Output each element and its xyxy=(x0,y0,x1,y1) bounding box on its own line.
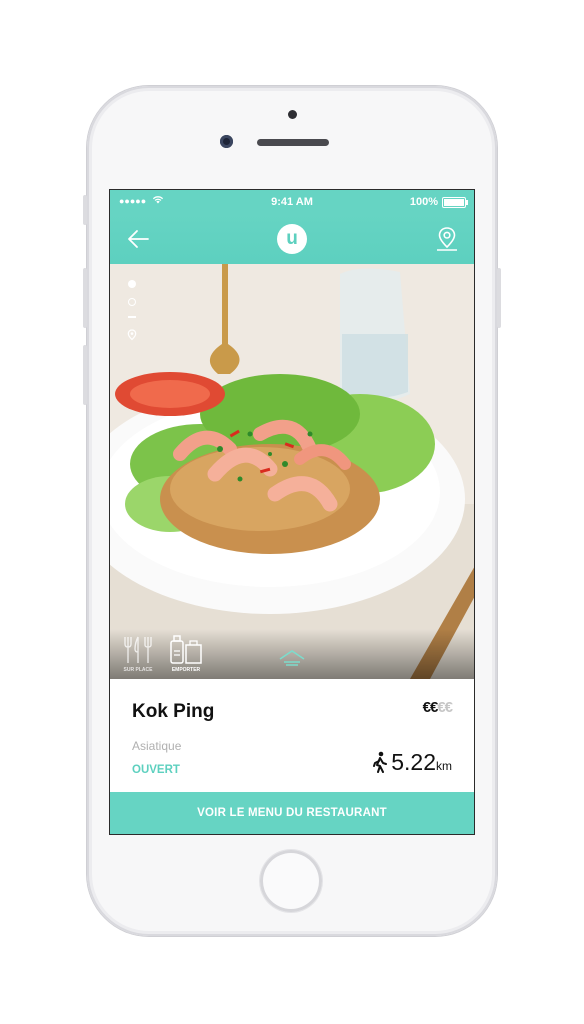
restaurant-name: Kok Ping xyxy=(132,701,215,722)
status-bar: ●●●●● 9:41 AM 100% xyxy=(110,190,474,214)
service-takeaway: EMPORTER xyxy=(166,633,206,673)
gallery-divider xyxy=(128,316,136,318)
earpiece-speaker xyxy=(257,139,329,146)
restaurant-info: Kok Ping €€€€ Asiatique OUVERT 5.22km xyxy=(110,679,474,793)
distance: 5.22km xyxy=(372,749,452,776)
location-icon[interactable] xyxy=(127,329,137,341)
service-label-takeaway: EMPORTER xyxy=(171,667,201,673)
home-button[interactable] xyxy=(260,850,322,912)
open-status: OUVERT xyxy=(132,764,180,776)
app-logo[interactable]: u xyxy=(277,224,307,254)
price-active: €€ xyxy=(422,699,439,716)
battery-percent: 100% xyxy=(409,196,438,208)
proximity-sensor xyxy=(288,110,297,119)
price-level: €€€€ xyxy=(422,699,453,716)
gallery-dot[interactable] xyxy=(128,298,136,306)
takeaway-bag-icon xyxy=(170,635,202,664)
restaurant-photo[interactable]: SUR PLACE EMPORTER xyxy=(110,264,474,679)
mute-switch xyxy=(83,195,87,225)
back-arrow-icon[interactable] xyxy=(126,228,150,250)
gallery-indicator xyxy=(126,280,138,346)
service-label-dine-in: SUR PLACE xyxy=(123,667,153,673)
power-button xyxy=(497,268,501,328)
expand-details-icon[interactable] xyxy=(277,649,307,669)
map-pin-icon[interactable] xyxy=(435,226,459,252)
fork-knife-icon xyxy=(124,636,152,663)
gallery-dot-active[interactable] xyxy=(128,280,136,288)
dish-illustration xyxy=(110,264,474,679)
price-inactive: €€ xyxy=(437,699,453,716)
distance-unit: km xyxy=(436,759,452,773)
nav-bar: u xyxy=(110,214,474,264)
battery-icon xyxy=(442,197,468,208)
service-dine-in: SUR PLACE xyxy=(120,635,156,673)
walking-icon xyxy=(373,751,388,773)
app-screen: ●●●●● 9:41 AM 100% u SUR PLACE EMPORTER … xyxy=(109,189,475,835)
distance-value: 5.22 xyxy=(391,749,436,775)
front-camera xyxy=(220,135,233,148)
view-menu-button[interactable]: VOIR LE MENU DU RESTAURANT xyxy=(110,792,474,834)
cuisine-type: Asiatique xyxy=(132,739,182,753)
volume-down-button xyxy=(83,345,87,405)
volume-up-button xyxy=(83,268,87,328)
